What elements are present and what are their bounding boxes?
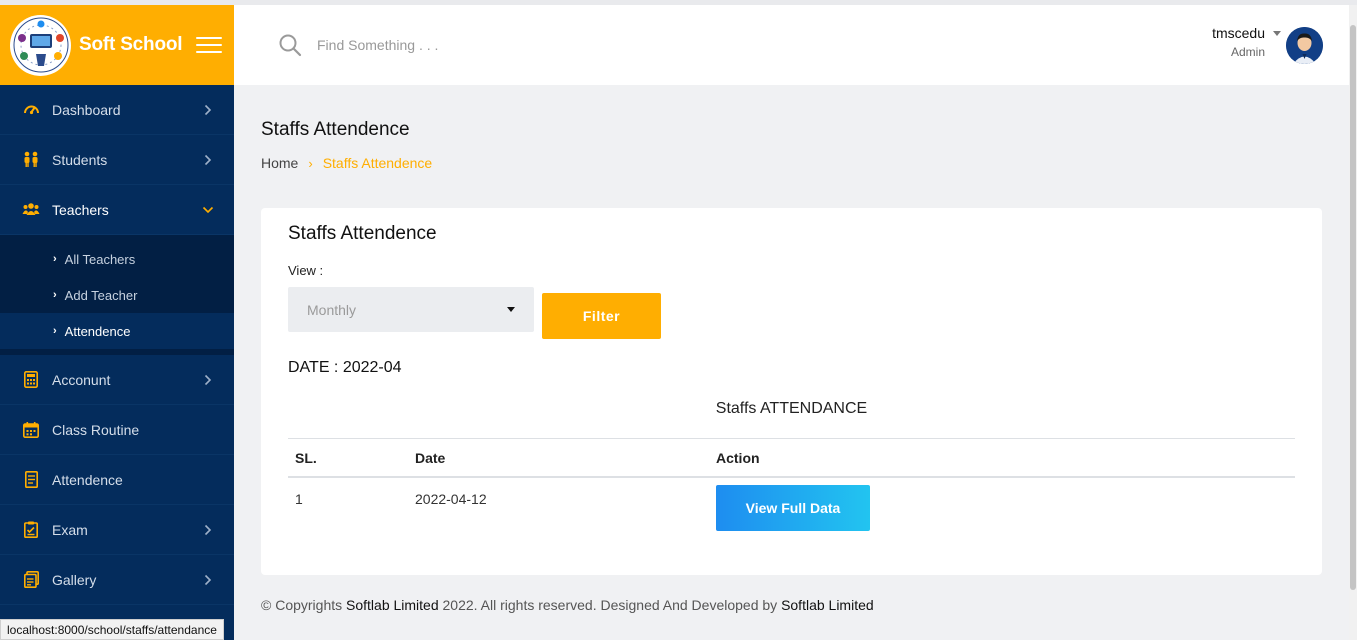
filter-button[interactable]: Filter: [542, 293, 661, 339]
sidebar-item-label: Acconunt: [52, 371, 111, 388]
chevron-right-icon: [202, 374, 214, 386]
view-label: View :: [288, 263, 324, 278]
sidebar-item-teachers[interactable]: Teachers: [0, 185, 234, 235]
calculator-icon: [22, 371, 40, 389]
page-title: Staffs Attendence: [261, 119, 410, 140]
cell-sl: 1: [295, 491, 303, 507]
sidebar-item-label: Students: [52, 151, 108, 168]
breadcrumb-home-link[interactable]: Home: [261, 155, 298, 171]
view-full-data-button[interactable]: View Full Data: [716, 485, 870, 531]
column-header-action: Action: [716, 449, 760, 466]
card-title: Staffs Attendence: [288, 223, 437, 244]
users-icon: [22, 151, 40, 169]
chevron-right-icon: [202, 104, 214, 116]
clipboard-icon: [22, 521, 40, 539]
brand-bar: Soft School: [0, 5, 234, 85]
view-select[interactable]: Monthly: [288, 287, 534, 332]
group-icon: [22, 201, 40, 219]
sidebar-item-label: Exam: [52, 521, 88, 538]
document-icon: [22, 471, 40, 489]
caret-down-icon: [507, 307, 515, 312]
footer-prefix: © Copyrights: [261, 597, 347, 613]
attendance-card: Staffs Attendence View : Monthly Filter …: [261, 208, 1322, 575]
brand-name: Soft School: [79, 34, 183, 55]
chevron-right-icon: ›: [53, 253, 57, 265]
breadcrumb-current: Staffs Attendence: [322, 155, 433, 171]
submenu-item-add-teacher[interactable]: › Add Teacher: [0, 277, 234, 313]
breadcrumb: Home › Staffs Attendence: [261, 155, 432, 171]
sidebar-item-acconunt[interactable]: Acconunt: [0, 355, 234, 405]
chevron-right-icon: ›: [53, 325, 57, 337]
sidebar: Soft School Dashboard Students Teachers …: [0, 5, 234, 640]
submenu-item-attendence[interactable]: › Attendence: [0, 313, 234, 349]
chevron-right-icon: [202, 524, 214, 536]
chevron-right-icon: ›: [308, 155, 313, 171]
sidebar-item-label: Gallery: [52, 571, 97, 588]
sidebar-item-gallery[interactable]: Gallery: [0, 555, 234, 605]
submenu-item-label: Add Teacher: [64, 287, 138, 303]
page-scrollbar[interactable]: [1349, 5, 1357, 640]
teachers-submenu: › All Teachers › Add Teacher › Attendenc…: [0, 235, 234, 355]
scrollbar-thumb[interactable]: [1350, 25, 1356, 590]
submenu-item-label: Attendence: [64, 323, 131, 339]
search-input[interactable]: [317, 37, 717, 53]
date-display: DATE : 2022-04: [288, 359, 402, 376]
user-menu[interactable]: tmscedu Admin: [1212, 25, 1281, 59]
chevron-right-icon: ›: [53, 289, 57, 301]
cell-date: 2022-04-12: [415, 491, 487, 507]
table-caption: Staffs ATTENDANCE: [715, 400, 868, 417]
table-header: SL. Date Action: [288, 438, 1295, 478]
top-header: tmscedu Admin: [234, 5, 1349, 85]
submenu-item-all-teachers[interactable]: › All Teachers: [0, 241, 234, 277]
sidebar-item-attendence[interactable]: Attendence: [0, 455, 234, 505]
username: tmscedu: [1212, 25, 1265, 41]
sidebar-item-students[interactable]: Students: [0, 135, 234, 185]
sidebar-item-class-routine[interactable]: Class Routine: [0, 405, 234, 455]
user-role: Admin: [1230, 45, 1265, 59]
hamburger-menu-icon[interactable]: [196, 37, 223, 53]
sidebar-item-label: Class Routine: [52, 421, 140, 438]
chevron-right-icon: [202, 574, 214, 586]
footer-middle: 2022. All rights reserved. Designed And …: [438, 597, 782, 613]
browser-status-url: localhost:8000/school/staffs/attendance: [0, 619, 224, 640]
column-header-date: Date: [415, 449, 446, 466]
school-logo[interactable]: [10, 14, 71, 76]
sidebar-item-label: Teachers: [52, 201, 109, 218]
chevron-right-icon: [202, 154, 214, 166]
sidebar-item-exam[interactable]: Exam: [0, 505, 234, 555]
sidebar-item-label: Dashboard: [52, 101, 121, 118]
gallery-icon: [22, 571, 40, 589]
search-icon[interactable]: [278, 33, 302, 57]
cell-action: View Full Data: [716, 485, 1295, 531]
footer: © Copyrights Softlab Limited 2022. All r…: [261, 597, 874, 613]
calendar-icon: [22, 421, 40, 439]
submenu-item-label: All Teachers: [64, 251, 136, 267]
footer-developer-link[interactable]: Softlab Limited: [781, 597, 874, 613]
footer-company-link[interactable]: Softlab Limited: [346, 597, 439, 613]
view-select-value: Monthly: [307, 301, 357, 318]
avatar[interactable]: [1286, 27, 1323, 64]
attendance-table: SL. Date Action 1 2022-04-12 View Full D…: [288, 438, 1295, 540]
column-header-sl: SL.: [295, 449, 317, 466]
caret-down-icon: [1273, 31, 1281, 36]
chevron-down-icon: [202, 204, 214, 216]
table-row: 1 2022-04-12 View Full Data: [288, 478, 1295, 540]
sidebar-item-dashboard[interactable]: Dashboard: [0, 85, 234, 135]
speedometer-icon: [22, 101, 40, 119]
sidebar-item-label: Attendence: [52, 471, 123, 488]
